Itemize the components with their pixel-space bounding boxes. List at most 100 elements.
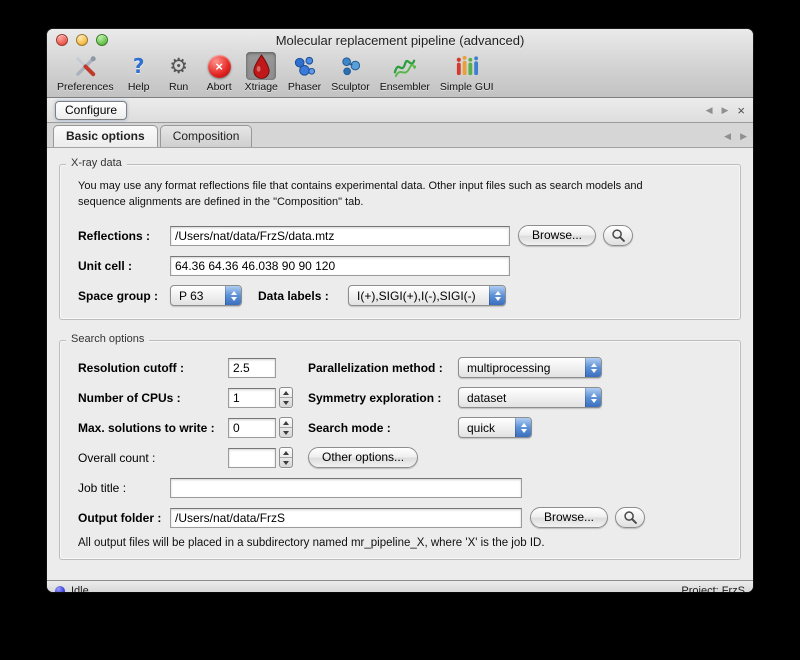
output-folder-row: Output folder : Browse... xyxy=(78,503,722,533)
xray-description: You may use any format reflections file … xyxy=(78,179,722,211)
max-solutions-label: Max. solutions to write : xyxy=(78,421,228,435)
output-folder-label: Output folder : xyxy=(78,511,170,525)
window-title: Molecular replacement pipeline (advanced… xyxy=(276,33,525,48)
tab-configure[interactable]: Configure xyxy=(55,101,127,120)
overall-count-stepper[interactable] xyxy=(279,447,293,468)
project-label: Project: FrzS xyxy=(681,585,745,592)
job-title-input[interactable] xyxy=(170,478,522,498)
xray-group-title: X-ray data xyxy=(66,157,127,169)
nav-prev-icon[interactable]: ◀ xyxy=(724,131,731,142)
space-group-row: Space group : P 63 Data labels : I(+),SI… xyxy=(78,281,722,311)
reflections-row: Reflections : Browse... xyxy=(78,221,722,251)
toolbar-item-preferences[interactable]: Preferences xyxy=(57,52,114,93)
dropdown-arrows-icon xyxy=(585,358,601,377)
symmetry-dropdown[interactable]: dataset xyxy=(458,387,602,408)
max-solutions-row: Max. solutions to write : Search mode : … xyxy=(78,413,722,443)
parallelization-label: Parallelization method : xyxy=(308,361,458,375)
other-options-button[interactable]: Other options... xyxy=(308,447,418,468)
toolbar-item-label: Phaser xyxy=(288,81,321,93)
space-group-dropdown[interactable]: P 63 xyxy=(170,285,242,306)
colorful-gui-icon xyxy=(450,52,483,80)
overall-count-input[interactable] xyxy=(228,448,276,468)
toolbar-item-run[interactable]: ⚙ Run xyxy=(164,52,194,93)
step-up-icon[interactable] xyxy=(280,418,292,428)
output-note: All output files will be placed in a sub… xyxy=(78,537,722,549)
max-solutions-input[interactable] xyxy=(228,418,276,438)
basic-options-panel: X-ray data You may use any format reflec… xyxy=(47,148,753,580)
tab-composition[interactable]: Composition xyxy=(160,125,253,147)
configure-nav: ◀ ▶ × xyxy=(706,104,745,117)
search-group-title: Search options xyxy=(66,333,149,345)
num-cpus-input[interactable] xyxy=(228,388,276,408)
output-folder-search-button[interactable] xyxy=(615,507,645,528)
job-title-row: Job title : xyxy=(78,473,722,503)
search-options-group: Search options Resolution cutoff : Paral… xyxy=(59,340,741,560)
title-bar[interactable]: Molecular replacement pipeline (advanced… xyxy=(47,29,753,51)
toolbar-item-label: Sculptor xyxy=(331,81,370,93)
dropdown-arrows-icon xyxy=(225,286,241,305)
step-down-icon[interactable] xyxy=(280,398,292,407)
nav-next-icon[interactable]: ▶ xyxy=(721,105,728,116)
toolbar-item-help[interactable]: ? Help xyxy=(124,52,154,93)
resolution-row: Resolution cutoff : Parallelization meth… xyxy=(78,353,722,383)
toolbar: Preferences ? Help ⚙ Run × Abort xyxy=(47,51,753,97)
status-bar: Idle Project: FrzS xyxy=(47,580,753,592)
data-labels-dropdown[interactable]: I(+),SIGI(+),I(-),SIGI(-) xyxy=(348,285,506,306)
reflections-search-button[interactable] xyxy=(603,225,633,246)
max-solutions-stepper[interactable] xyxy=(279,417,293,438)
num-cpus-stepper[interactable] xyxy=(279,387,293,408)
status-text: Idle xyxy=(71,585,89,592)
zoom-button[interactable] xyxy=(96,34,108,46)
reflections-input[interactable] xyxy=(170,226,510,246)
red-x-icon: × xyxy=(204,52,235,80)
parallelization-dropdown[interactable]: multiprocessing xyxy=(458,357,602,378)
symmetry-label: Symmetry exploration : xyxy=(308,391,458,405)
unit-cell-input[interactable] xyxy=(170,256,510,276)
dropdown-arrows-icon xyxy=(585,388,601,407)
toolbar-item-abort[interactable]: × Abort xyxy=(204,52,235,93)
toolbar-item-xtriage[interactable]: Xtriage xyxy=(245,52,278,93)
blue-model-icon xyxy=(334,52,367,80)
step-down-icon[interactable] xyxy=(280,458,292,467)
dropdown-arrows-icon xyxy=(489,286,505,305)
green-ribbon-icon xyxy=(388,52,421,80)
search-mode-label: Search mode : xyxy=(308,421,458,435)
minimize-button[interactable] xyxy=(76,34,88,46)
num-cpus-label: Number of CPUs : xyxy=(78,391,228,405)
magnifier-icon xyxy=(623,510,638,525)
toolbar-item-simple-gui[interactable]: Simple GUI xyxy=(440,52,494,93)
toolbar-item-label: Preferences xyxy=(57,81,114,93)
step-down-icon[interactable] xyxy=(280,428,292,437)
toolbar-item-label: Abort xyxy=(207,81,232,93)
resolution-cutoff-label: Resolution cutoff : xyxy=(78,361,228,375)
options-tab-nav: ◀ ▶ xyxy=(724,131,747,147)
close-button[interactable] xyxy=(56,34,68,46)
toolbar-item-phaser[interactable]: Phaser xyxy=(288,52,321,93)
resolution-cutoff-input[interactable] xyxy=(228,358,276,378)
app-window: Molecular replacement pipeline (advanced… xyxy=(47,29,753,592)
blue-molecule-icon xyxy=(288,52,321,80)
tools-icon xyxy=(69,52,102,80)
red-droplet-icon xyxy=(246,52,276,80)
step-up-icon[interactable] xyxy=(280,448,292,458)
search-mode-dropdown[interactable]: quick xyxy=(458,417,532,438)
toolbar-item-label: Simple GUI xyxy=(440,81,494,93)
space-group-label: Space group : xyxy=(78,289,170,303)
window-controls xyxy=(56,34,108,46)
output-folder-input[interactable] xyxy=(170,508,522,528)
gear-icon: ⚙ xyxy=(164,52,194,80)
toolbar-item-ensembler[interactable]: Ensembler xyxy=(380,52,430,93)
output-folder-browse-button[interactable]: Browse... xyxy=(530,507,608,528)
dropdown-arrows-icon xyxy=(515,418,531,437)
unit-cell-row: Unit cell : xyxy=(78,251,722,281)
nav-prev-icon[interactable]: ◀ xyxy=(706,105,713,116)
toolbar-item-label: Run xyxy=(169,81,188,93)
toolbar-item-sculptor[interactable]: Sculptor xyxy=(331,52,370,93)
step-up-icon[interactable] xyxy=(280,388,292,398)
overall-count-label: Overall count : xyxy=(78,451,228,465)
reflections-browse-button[interactable]: Browse... xyxy=(518,225,596,246)
nav-next-icon[interactable]: ▶ xyxy=(740,131,747,142)
overall-count-row: Overall count : Other options... xyxy=(78,443,722,473)
close-tab-icon[interactable]: × xyxy=(737,104,745,117)
tab-basic-options[interactable]: Basic options xyxy=(53,125,158,147)
